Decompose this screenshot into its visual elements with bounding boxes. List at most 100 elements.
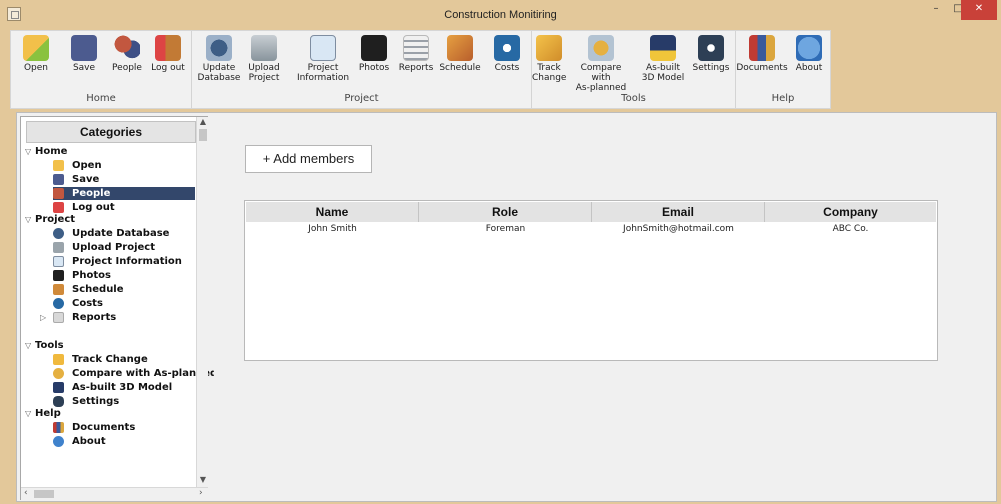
column-header-email[interactable]: Email [592, 202, 765, 222]
title-bar: Construction Monitiring – □ ✕ [0, 0, 1001, 30]
column-header-name[interactable]: Name [246, 202, 419, 222]
members-table: Name Role Email Company John Smith Forem… [244, 200, 938, 361]
documents-icon [53, 422, 64, 433]
column-header-company[interactable]: Company [765, 202, 936, 222]
ribbon-track-change-button[interactable]: Track Change [532, 35, 566, 83]
collapse-arrow-icon[interactable]: ▽ [25, 407, 35, 420]
sidebar-item-save[interactable]: Save [53, 173, 195, 186]
upload-icon [53, 242, 64, 253]
sidebar-item-photos[interactable]: Photos [53, 269, 195, 282]
costs-icon [494, 35, 520, 61]
compare-icon [53, 368, 64, 379]
sidebar-item-costs[interactable]: Costs [53, 297, 195, 310]
schedule-icon [53, 284, 64, 295]
add-members-button[interactable]: + Add members [245, 145, 372, 173]
scroll-down-icon[interactable]: ▼ [197, 475, 209, 484]
ribbon-group-label: Project [344, 93, 379, 104]
sidebar-item-about[interactable]: About [53, 435, 195, 448]
gear-icon [53, 396, 64, 407]
sidebar-item-compare[interactable]: Compare with As-planned [53, 367, 217, 380]
ribbon-about-button[interactable]: About [792, 35, 826, 73]
ribbon-project-information-button[interactable]: Project Information [296, 35, 350, 83]
reports-icon [403, 35, 429, 61]
project-info-icon [53, 256, 64, 267]
ribbon-settings-button[interactable]: Settings [690, 35, 732, 73]
ribbon-group-tools: Track Change Compare with As-planned As-… [532, 31, 736, 108]
ribbon-schedule-button[interactable]: Schedule [438, 35, 482, 73]
tree-section-home[interactable]: ▽ Home [25, 145, 67, 158]
scroll-up-icon[interactable]: ▲ [197, 117, 209, 126]
scroll-right-icon[interactable]: › [199, 488, 203, 498]
scrollbar-thumb[interactable] [199, 129, 207, 141]
ribbon-upload-project-button[interactable]: Upload Project [244, 35, 284, 83]
sidebar-item-open[interactable]: Open [53, 159, 195, 172]
database-icon [53, 228, 64, 239]
ribbon-logout-button[interactable]: Log out [148, 35, 188, 73]
ribbon-people-button[interactable]: People [110, 35, 144, 73]
reports-icon [53, 312, 64, 323]
cell-company: ABC Co. [832, 224, 869, 234]
people-icon [53, 188, 64, 199]
ribbon-save-button[interactable]: Save [69, 35, 99, 73]
sidebar-item-upload-project[interactable]: Upload Project [53, 241, 195, 254]
camera-icon [361, 35, 387, 61]
logout-icon [155, 35, 181, 61]
project-info-icon [310, 35, 336, 61]
sidebar-item-documents[interactable]: Documents [53, 421, 195, 434]
minimize-button[interactable]: – [925, 0, 947, 20]
ribbon-group-home: Open Save People Log out Home [11, 31, 192, 108]
tree-section-tools[interactable]: ▽ Tools [25, 339, 64, 352]
info-icon [53, 436, 64, 447]
upload-icon [251, 35, 277, 61]
ribbon-costs-button[interactable]: Costs [490, 35, 524, 73]
ribbon-group-help: Documents About Help [736, 31, 830, 108]
scroll-left-icon[interactable]: ‹ [24, 488, 28, 498]
database-icon [206, 35, 232, 61]
sidebar-item-reports[interactable]: ▷ Reports [40, 311, 195, 324]
folder-open-icon [23, 35, 49, 61]
sidebar-item-update-database[interactable]: Update Database [53, 227, 195, 240]
camera-icon [53, 270, 64, 281]
folder-open-icon [53, 160, 64, 171]
sidebar-item-as-built-model[interactable]: As-built 3D Model [53, 381, 195, 394]
gear-icon [698, 35, 724, 61]
tree-section-project[interactable]: ▽ Project [25, 213, 75, 226]
sidebar-item-people[interactable]: People [53, 187, 195, 200]
sidebar-item-settings[interactable]: Settings [53, 395, 195, 408]
info-icon [796, 35, 822, 61]
track-change-icon [53, 354, 64, 365]
ribbon-update-database-button[interactable]: Update Database [197, 35, 241, 83]
compare-icon [588, 35, 614, 61]
costs-icon [53, 298, 64, 309]
sidebar-vertical-scrollbar[interactable]: ▲ ▼ [196, 117, 208, 487]
window-title: Construction Monitiring [444, 9, 557, 21]
collapse-arrow-icon[interactable]: ▽ [25, 213, 35, 226]
column-header-role[interactable]: Role [419, 202, 592, 222]
cell-role: Foreman [485, 224, 526, 234]
collapse-arrow-icon[interactable]: ▽ [25, 339, 35, 352]
ribbon-open-button[interactable]: Open [21, 35, 51, 73]
sidebar-item-project-information[interactable]: Project Information [53, 255, 195, 268]
people-panel: + Add members Name Role Email Company Jo… [214, 116, 992, 500]
ribbon-group-label: Home [86, 93, 116, 104]
sidebar-item-schedule[interactable]: Schedule [53, 283, 195, 296]
close-button[interactable]: ✕ [961, 0, 997, 20]
collapse-arrow-icon[interactable]: ▽ [25, 145, 35, 158]
table-header: Name Role Email Company [246, 202, 936, 222]
ribbon-photos-button[interactable]: Photos [357, 35, 391, 73]
scrollbar-thumb[interactable] [34, 490, 54, 498]
tree-section-help[interactable]: ▽ Help [25, 407, 61, 420]
expand-arrow-icon[interactable]: ▷ [40, 311, 46, 324]
app-window: Construction Monitiring – □ ✕ Open Save … [0, 0, 1001, 504]
sidebar-item-track-change[interactable]: Track Change [53, 353, 195, 366]
ribbon-as-built-model-button[interactable]: As-built 3D Model [638, 35, 688, 83]
ribbon-compare-button[interactable]: Compare with As-planned [570, 35, 632, 93]
ribbon-reports-button[interactable]: Reports [397, 35, 435, 73]
track-change-icon [536, 35, 562, 61]
ribbon-documents-button[interactable]: Documents [736, 35, 788, 73]
people-icon [114, 35, 140, 61]
documents-icon [749, 35, 775, 61]
cell-email: JohnSmith@hotmail.com [623, 224, 734, 234]
sidebar-horizontal-scrollbar[interactable]: ‹ › [21, 487, 208, 500]
save-icon [53, 174, 64, 185]
